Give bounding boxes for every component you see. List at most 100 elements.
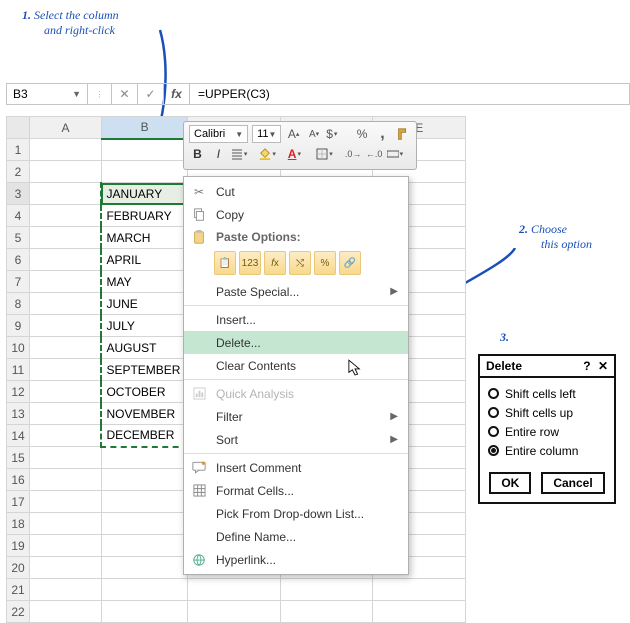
cell[interactable]: MAY [101,271,187,293]
cell[interactable]: AUGUST [101,337,187,359]
menu-define-name[interactable]: Define Name... [184,525,408,548]
cell[interactable]: MARCH [101,227,187,249]
cell[interactable] [101,579,187,601]
row-header-4[interactable]: 4 [7,205,30,227]
cell[interactable] [188,601,281,623]
row-header-16[interactable]: 16 [7,469,30,491]
cell[interactable] [29,337,101,359]
row-header-8[interactable]: 8 [7,293,30,315]
menu-hyperlink[interactable]: Hyperlink... [184,548,408,571]
cell[interactable] [29,359,101,381]
row-header-3[interactable]: 3 [7,183,30,205]
cell[interactable]: APRIL [101,249,187,271]
cell[interactable] [29,381,101,403]
decrease-decimal-button[interactable]: ←.0 [366,145,383,163]
borders-button[interactable]: ▾ [316,145,340,163]
paste-all-button[interactable]: 📋 [214,251,236,275]
cell[interactable] [29,403,101,425]
select-all-corner[interactable] [7,117,30,139]
paste-formatting-button[interactable]: % [314,251,336,275]
delete-option-opt1[interactable]: Shift cells left [488,384,606,403]
cell[interactable]: SEPTEMBER [101,359,187,381]
cell[interactable] [29,557,101,579]
italic-button[interactable]: I [210,145,227,163]
accounting-format-button[interactable]: $▾ [326,125,350,143]
row-header-17[interactable]: 17 [7,491,30,513]
cell[interactable] [101,161,187,183]
paste-values-button[interactable]: 123 [239,251,261,275]
menu-cut[interactable]: ✂ Cut [184,180,408,203]
cell[interactable]: JULY [101,315,187,337]
cell[interactable] [101,601,187,623]
cell[interactable] [29,271,101,293]
cell[interactable]: JANUARY [101,183,187,205]
row-header-14[interactable]: 14 [7,425,30,447]
cell[interactable] [29,161,101,183]
cell[interactable] [29,535,101,557]
font-color-button[interactable]: A▾ [288,145,312,163]
menu-insert-comment[interactable]: Insert Comment [184,456,408,479]
row-header-1[interactable]: 1 [7,139,30,161]
row-header-13[interactable]: 13 [7,403,30,425]
menu-copy[interactable]: Copy [184,203,408,226]
enter-formula-button[interactable]: ✓ [138,83,164,105]
cell[interactable] [101,139,187,161]
row-header-20[interactable]: 20 [7,557,30,579]
menu-format-cells[interactable]: Format Cells... [184,479,408,502]
row-header-22[interactable]: 22 [7,601,30,623]
row-header-18[interactable]: 18 [7,513,30,535]
cell[interactable] [280,579,373,601]
paste-transpose-button[interactable]: ⤭ [289,251,311,275]
cell[interactable] [29,315,101,337]
cell[interactable] [29,601,101,623]
ok-button[interactable]: OK [489,472,531,494]
cell[interactable]: DECEMBER [101,425,187,447]
fill-color-button[interactable]: ▾ [259,145,283,163]
cell[interactable] [29,139,101,161]
expand-name-box[interactable]: ⋮ [88,83,112,105]
menu-insert[interactable]: Insert... [184,308,408,331]
cell[interactable] [29,183,101,205]
align-button[interactable]: ▾ [231,145,255,163]
cell[interactable] [101,469,187,491]
delete-option-opt2[interactable]: Shift cells up [488,403,606,422]
row-header-2[interactable]: 2 [7,161,30,183]
increase-font-icon[interactable]: A▴ [285,125,301,143]
cell[interactable] [29,227,101,249]
menu-filter[interactable]: Filter ▶ [184,405,408,428]
menu-sort[interactable]: Sort ▶ [184,428,408,451]
paste-formulas-button[interactable]: fx [264,251,286,275]
cell[interactable] [29,579,101,601]
decrease-font-icon[interactable]: A▾ [306,125,322,143]
cancel-button[interactable]: Cancel [541,472,604,494]
cell[interactable] [373,601,466,623]
cell[interactable]: FEBRUARY [101,205,187,227]
merge-button[interactable]: ▾ [387,145,411,163]
font-size-select[interactable]: 11▼ [252,125,281,143]
row-header-7[interactable]: 7 [7,271,30,293]
delete-option-opt4[interactable]: Entire column [488,441,606,460]
formula-bar[interactable]: =UPPER(C3) [190,83,630,105]
help-button[interactable]: ? [583,359,590,373]
row-header-15[interactable]: 15 [7,447,30,469]
cell[interactable] [29,513,101,535]
cell[interactable] [29,491,101,513]
cell[interactable] [101,513,187,535]
row-header-19[interactable]: 19 [7,535,30,557]
row-header-10[interactable]: 10 [7,337,30,359]
cell[interactable] [29,205,101,227]
cell[interactable] [29,249,101,271]
cancel-formula-button[interactable]: ✕ [112,83,138,105]
name-box[interactable]: B3 ▼ [6,83,88,105]
menu-pick-dropdown[interactable]: Pick From Drop-down List... [184,502,408,525]
row-header-6[interactable]: 6 [7,249,30,271]
bold-button[interactable]: B [189,145,206,163]
menu-paste-special[interactable]: Paste Special... ▶ [184,280,408,303]
cell[interactable]: NOVEMBER [101,403,187,425]
cell[interactable] [29,293,101,315]
menu-delete[interactable]: Delete... [184,331,408,354]
cell[interactable] [101,491,187,513]
cell[interactable] [101,535,187,557]
delete-option-opt3[interactable]: Entire row [488,422,606,441]
insert-function-button[interactable]: fx [164,83,190,105]
